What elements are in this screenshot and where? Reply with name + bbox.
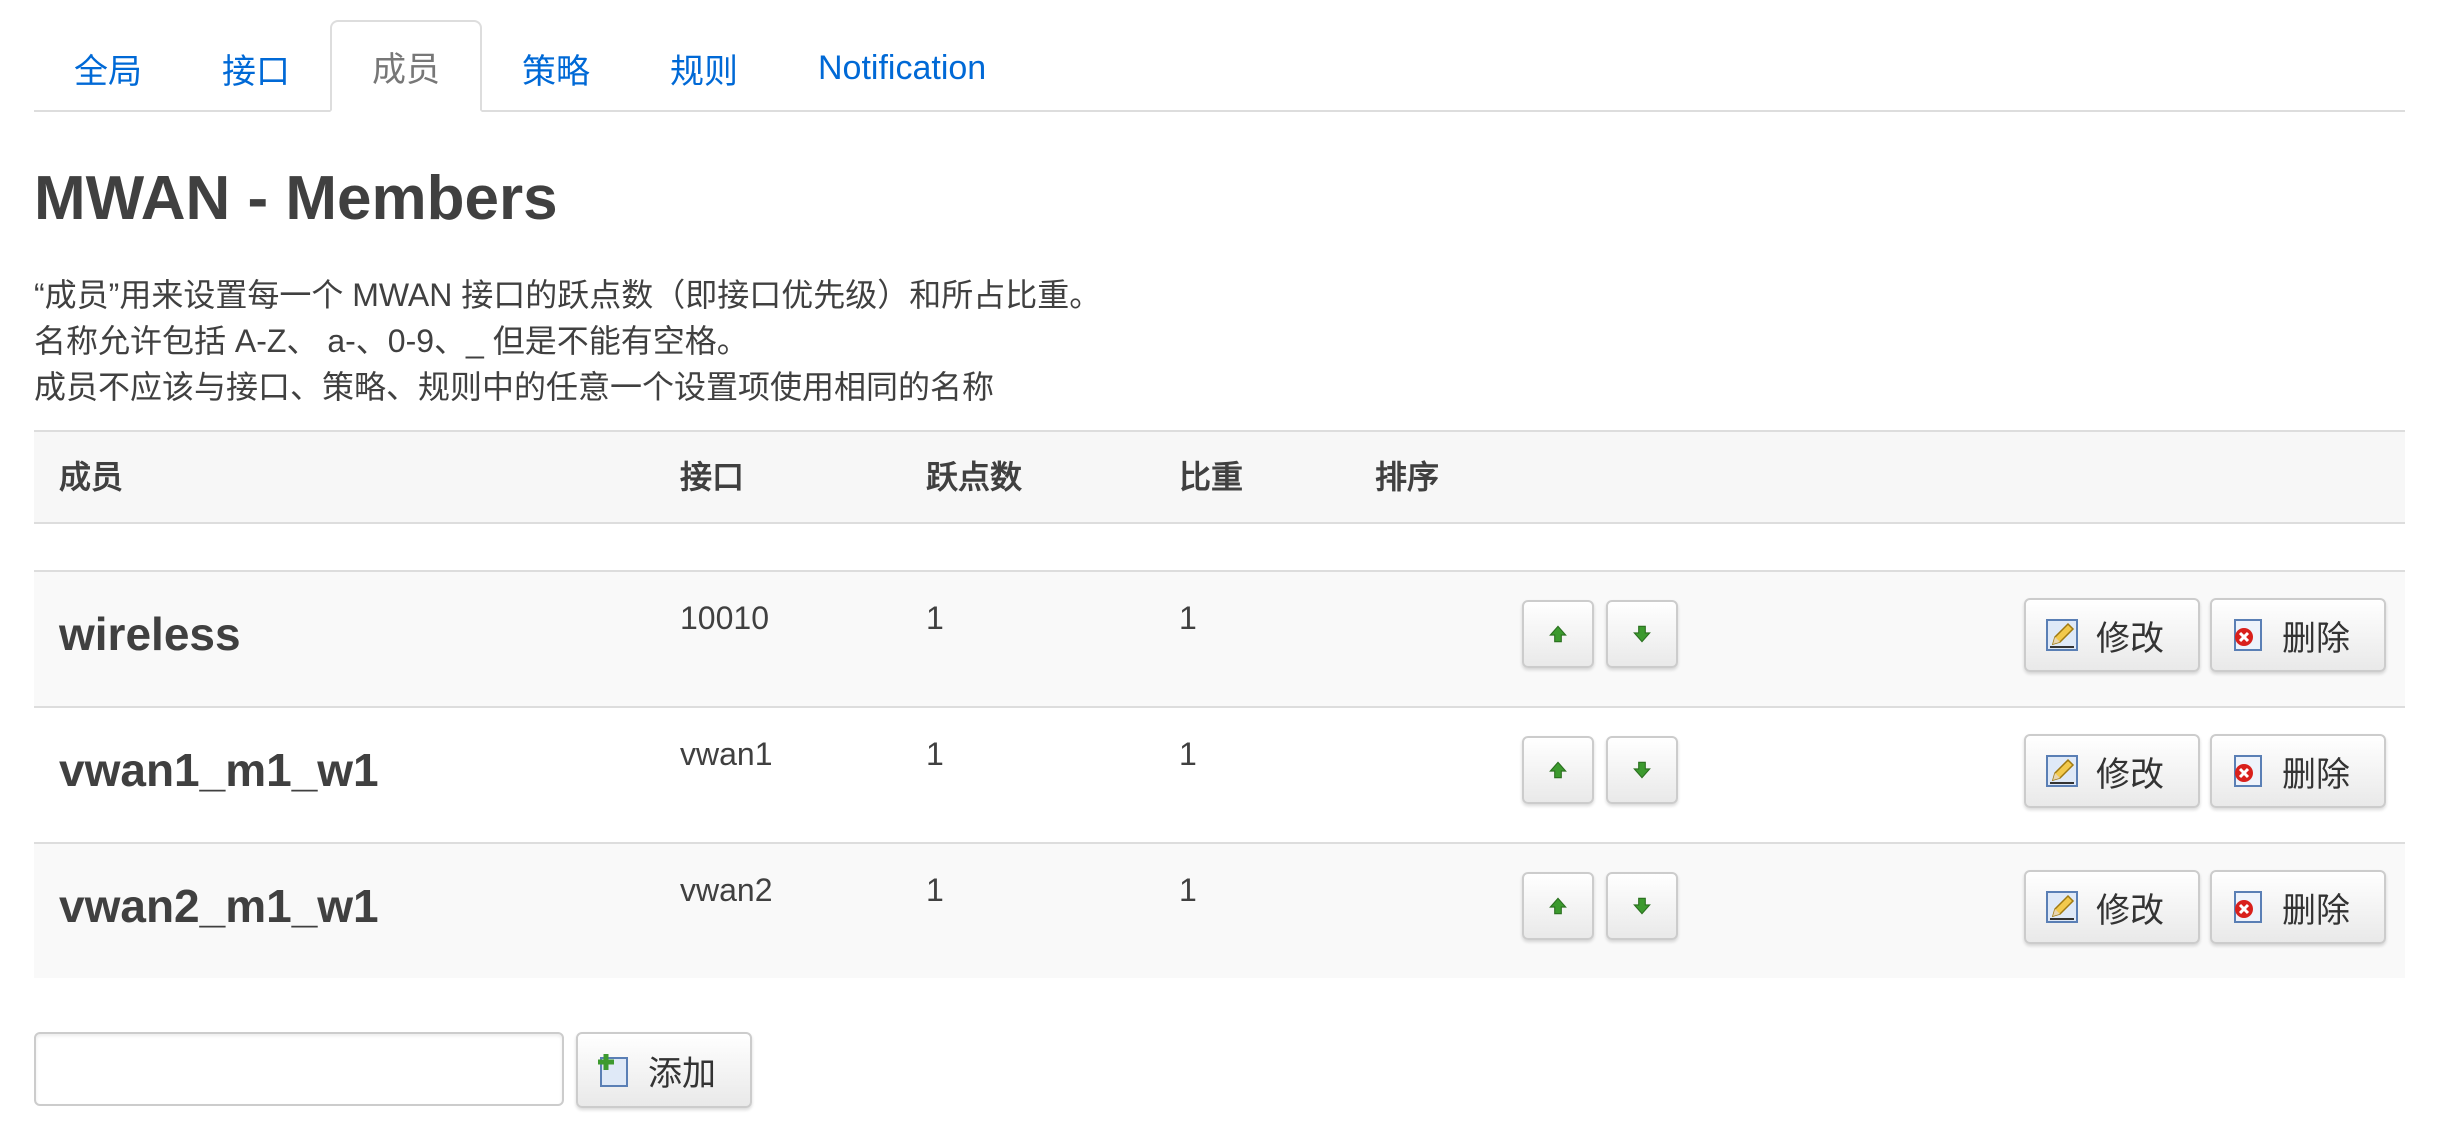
delete-x-icon xyxy=(2230,889,2266,925)
arrow-down-icon xyxy=(1633,625,1651,643)
delete-label: 删除 xyxy=(2282,755,2350,794)
edit-button[interactable]: 修改 xyxy=(2024,598,2200,672)
tab-members[interactable]: 成员 xyxy=(330,20,482,112)
delete-button[interactable]: 删除 xyxy=(2210,598,2386,672)
new-member-name-input[interactable] xyxy=(34,1032,564,1106)
edit-button[interactable]: 修改 xyxy=(2024,870,2200,944)
page-description: “成员”用来设置每一个 MWAN 接口的跃点数（即接口优先级）和所占比重。 名称… xyxy=(34,272,1101,410)
member-metric: 1 xyxy=(926,736,944,772)
delete-label: 删除 xyxy=(2282,891,2350,930)
member-name: vwan1_m1_w1 xyxy=(59,744,379,796)
edit-button[interactable]: 修改 xyxy=(2024,734,2200,808)
description-line: “成员”用来设置每一个 MWAN 接口的跃点数（即接口优先级）和所占比重。 xyxy=(34,277,1102,313)
move-up-button[interactable] xyxy=(1522,736,1594,804)
header-weight: 比重 xyxy=(1179,459,1244,495)
header-sort: 排序 xyxy=(1375,459,1440,495)
member-metric: 1 xyxy=(926,872,944,908)
member-metric: 1 xyxy=(926,600,944,636)
table-row: vwan2_m1_w1 vwan2 1 1 修改 删除 xyxy=(34,844,2405,978)
arrow-down-icon xyxy=(1633,761,1651,779)
tab-rules[interactable]: 规则 xyxy=(630,24,778,112)
arrow-down-icon xyxy=(1633,897,1651,915)
table-row: wireless 10010 1 1 修改 删除 xyxy=(34,572,2405,708)
arrow-up-icon xyxy=(1549,625,1567,643)
move-up-button[interactable] xyxy=(1522,600,1594,668)
move-down-button[interactable] xyxy=(1606,736,1678,804)
tab-bar: 全局 接口 成员 策略 规则 Notification xyxy=(34,20,2405,112)
member-interface: 10010 xyxy=(680,600,769,636)
header-member: 成员 xyxy=(59,459,124,495)
tab-policies[interactable]: 策略 xyxy=(482,24,630,112)
member-weight: 1 xyxy=(1179,600,1197,636)
member-weight: 1 xyxy=(1179,872,1197,908)
header-metric: 跃点数 xyxy=(926,459,1023,495)
edit-pencil-icon xyxy=(2044,617,2080,653)
description-line: 名称允许包括 A-Z、 a-、0-9、_ 但是不能有空格。 xyxy=(34,323,749,359)
delete-x-icon xyxy=(2230,753,2266,789)
arrow-up-icon xyxy=(1549,761,1567,779)
members-table: 成员 接口 跃点数 比重 排序 wireless 10010 1 1 修改 删除 xyxy=(34,430,2405,978)
edit-label: 修改 xyxy=(2096,619,2164,658)
table-row: vwan1_m1_w1 vwan1 1 1 修改 删除 xyxy=(34,708,2405,844)
add-label: 添加 xyxy=(648,1054,716,1093)
tab-interfaces[interactable]: 接口 xyxy=(182,24,330,112)
delete-button[interactable]: 删除 xyxy=(2210,734,2386,808)
member-interface: vwan2 xyxy=(680,872,773,908)
move-down-button[interactable] xyxy=(1606,872,1678,940)
page-title: MWAN - Members xyxy=(34,164,558,233)
delete-button[interactable]: 删除 xyxy=(2210,870,2386,944)
table-spacer xyxy=(34,524,2405,572)
edit-label: 修改 xyxy=(2096,755,2164,794)
delete-x-icon xyxy=(2230,617,2266,653)
delete-label: 删除 xyxy=(2282,619,2350,658)
move-down-button[interactable] xyxy=(1606,600,1678,668)
tab-global[interactable]: 全局 xyxy=(34,24,182,112)
description-line: 成员不应该与接口、策略、规则中的任意一个设置项使用相同的名称 xyxy=(34,369,995,405)
member-name: wireless xyxy=(59,608,241,660)
table-header: 成员 接口 跃点数 比重 排序 xyxy=(34,432,2405,524)
member-name: vwan2_m1_w1 xyxy=(59,880,379,932)
edit-label: 修改 xyxy=(2096,891,2164,930)
member-weight: 1 xyxy=(1179,736,1197,772)
edit-pencil-icon xyxy=(2044,889,2080,925)
move-up-button[interactable] xyxy=(1522,872,1594,940)
edit-pencil-icon xyxy=(2044,753,2080,789)
member-interface: vwan1 xyxy=(680,736,773,772)
arrow-up-icon xyxy=(1549,897,1567,915)
header-interface: 接口 xyxy=(680,459,745,495)
add-plus-icon xyxy=(596,1052,632,1088)
add-button[interactable]: 添加 xyxy=(576,1032,752,1108)
tab-notification[interactable]: Notification xyxy=(778,24,1026,112)
